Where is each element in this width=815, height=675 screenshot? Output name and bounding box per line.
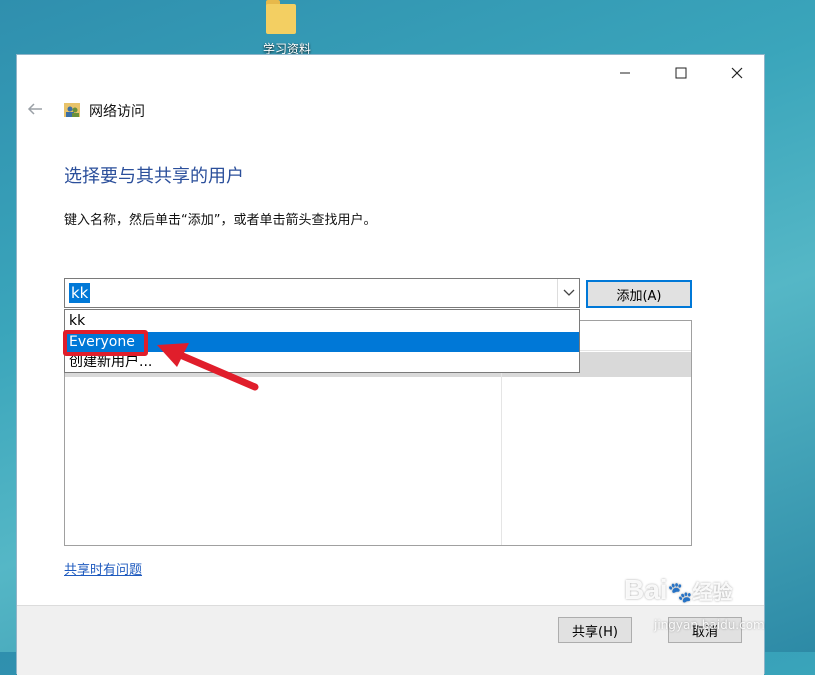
minimize-icon xyxy=(620,72,630,74)
nav-row: 网络访问 xyxy=(17,95,764,125)
watermark-url: jingyan.baidu.com xyxy=(654,618,765,632)
maximize-icon xyxy=(675,67,687,79)
window-title: 网络访问 xyxy=(89,104,145,120)
minimize-button[interactable] xyxy=(602,59,648,87)
close-button[interactable] xyxy=(714,59,760,87)
watermark-logo: Bai🐾经验 xyxy=(624,574,733,605)
highlight-box xyxy=(63,330,148,356)
baidu-watermark: Bai🐾经验 jingyan.baidu.com xyxy=(624,566,774,642)
combo-dropdown-button[interactable] xyxy=(557,279,579,307)
title-bar[interactable] xyxy=(17,55,764,89)
red-arrow-annotation xyxy=(157,343,259,391)
help-link[interactable]: 共享时有问题 xyxy=(64,559,142,578)
back-arrow-icon[interactable] xyxy=(25,99,45,119)
add-button[interactable]: 添加(A) xyxy=(586,280,692,308)
maximize-button[interactable] xyxy=(658,59,704,87)
network-users-icon xyxy=(64,103,80,117)
combo-input-text[interactable]: kk xyxy=(69,283,91,303)
desktop-folder-icon[interactable] xyxy=(262,0,300,34)
page-heading: 选择要与其共享的用户 xyxy=(64,166,244,187)
chevron-down-icon xyxy=(563,289,574,296)
close-icon xyxy=(731,67,743,79)
user-combobox[interactable]: kk xyxy=(64,278,580,308)
instruction-text: 键入名称，然后单击“添加”，或者单击箭头查找用户。 xyxy=(64,213,377,228)
share-button[interactable]: 共享(H) xyxy=(558,617,632,643)
dropdown-option-kk[interactable]: kk xyxy=(65,311,579,331)
